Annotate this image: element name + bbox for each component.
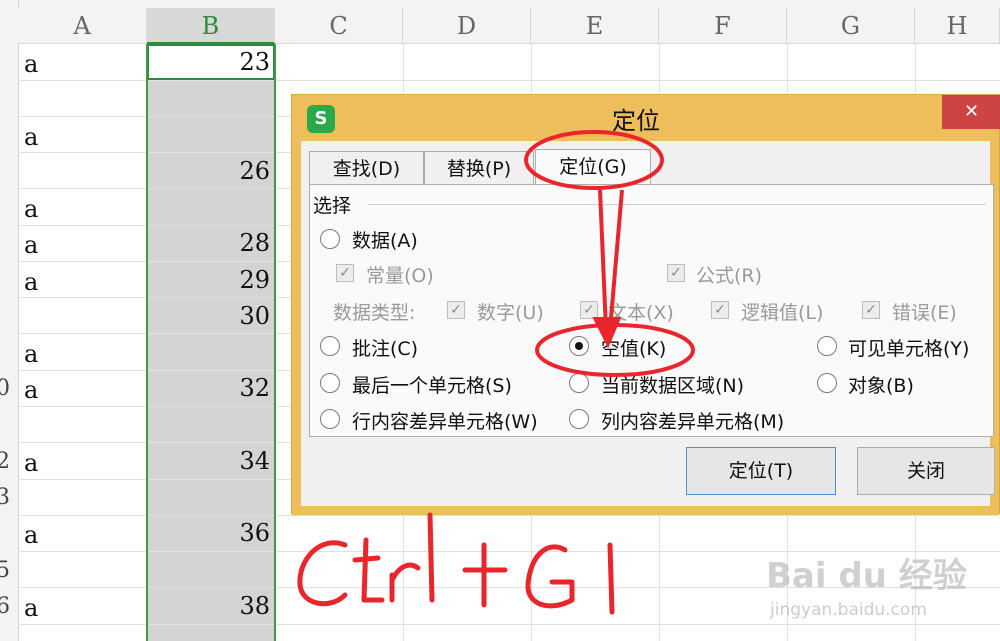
watermark-url: jingyan.baidu.com (770, 600, 927, 620)
tab-find[interactable]: 查找(D) (309, 151, 424, 185)
tab-replace[interactable]: 替换(P) (424, 151, 534, 185)
cell-a[interactable]: a (24, 449, 38, 477)
cell-b[interactable]: 32 (239, 374, 270, 402)
cell-a[interactable]: a (24, 521, 38, 549)
checkbox-number[interactable]: ✓ (447, 301, 465, 319)
checkbox-logical[interactable]: ✓ (711, 301, 729, 319)
tab-goto[interactable]: 定位(G) (535, 149, 651, 185)
radio-current-region[interactable] (569, 373, 589, 393)
cell-b[interactable]: 38 (239, 592, 270, 620)
locate-button[interactable]: 定位(T) (686, 447, 836, 495)
option-col-diff-label: 列内容差异单元格(M) (601, 411, 785, 433)
grid-line (18, 515, 1000, 516)
cell-b[interactable]: 28 (239, 229, 270, 257)
group-label: 选择 (313, 191, 356, 218)
cell-a[interactable]: a (24, 195, 38, 223)
cell-a[interactable]: a (24, 123, 38, 151)
radio-last-cell[interactable] (320, 373, 340, 393)
close-button[interactable]: 关闭 (857, 447, 995, 495)
column-header-b[interactable]: B (147, 8, 275, 44)
wps-app-icon: S (307, 105, 335, 133)
cell-b[interactable]: 23 (239, 48, 270, 76)
column-header-d[interactable]: D (403, 8, 531, 44)
header-strip (0, 0, 1000, 8)
row-header-number[interactable]: 2 (0, 449, 10, 474)
option-row-diff-label: 行内容差异单元格(W) (352, 411, 538, 433)
cell-b[interactable]: 26 (239, 157, 270, 185)
grid-line (18, 624, 1000, 625)
cell-b[interactable]: 36 (239, 519, 270, 547)
column-header-e[interactable]: E (531, 8, 659, 44)
column-header-c[interactable]: C (275, 8, 403, 44)
radio-row-diff[interactable] (320, 409, 340, 429)
dialog-title: 定位 (612, 107, 660, 135)
cell-b[interactable]: 29 (239, 266, 270, 294)
radio-visible-cells[interactable] (817, 336, 837, 356)
cell-a[interactable]: a (24, 50, 38, 78)
checkbox-error[interactable]: ✓ (862, 301, 880, 319)
radio-col-diff[interactable] (569, 409, 589, 429)
row-header-strip[interactable] (0, 0, 19, 641)
radio-comment[interactable] (320, 336, 340, 356)
cell-a[interactable]: a (24, 376, 38, 404)
cell-a[interactable]: a (24, 594, 38, 622)
option-current-region-label: 当前数据区域(N) (601, 375, 745, 397)
column-header-f[interactable]: F (659, 8, 787, 44)
option-error-label: 错误(E) (892, 302, 957, 324)
checkbox-constant[interactable]: ✓ (336, 264, 354, 282)
option-last-cell-label: 最后一个单元格(S) (352, 375, 512, 397)
row-header-number[interactable]: 3 (0, 485, 10, 510)
option-comment-label: 批注(C) (352, 338, 419, 360)
option-visible-cells-label: 可见单元格(Y) (848, 338, 970, 360)
option-logical-label: 逻辑值(L) (741, 302, 824, 324)
row-header-number[interactable]: 5 (0, 558, 10, 583)
data-type-label: 数据类型: (333, 302, 416, 324)
cell-a[interactable]: a (24, 231, 38, 259)
option-formula-label: 公式(R) (696, 265, 763, 287)
option-blank-label: 空值(K) (601, 338, 667, 360)
column-header-a[interactable]: A (18, 8, 147, 44)
goto-dialog: S 定位 ✕ 查找(D) 替换(P) 定位(G) 选择 数据(A) ✓ 常量(O… (291, 94, 1000, 515)
grid-line (18, 80, 1000, 81)
option-data-label: 数据(A) (352, 230, 418, 252)
row-header-number[interactable]: 0 (0, 376, 10, 401)
option-constant-label: 常量(O) (366, 265, 434, 287)
cell-b[interactable]: 30 (239, 302, 270, 330)
column-header-g[interactable]: G (787, 8, 915, 44)
checkbox-text[interactable]: ✓ (580, 301, 598, 319)
cell-a[interactable]: a (24, 340, 38, 368)
group-divider (368, 204, 986, 205)
radio-object[interactable] (817, 373, 837, 393)
radio-blank[interactable] (569, 336, 589, 356)
option-object-label: 对象(B) (848, 375, 914, 397)
baidu-jingyan-watermark: Bai du 经验 (766, 556, 967, 596)
column-header-h[interactable]: H (915, 8, 1000, 44)
cell-b[interactable]: 34 (239, 447, 270, 475)
radio-data[interactable] (320, 229, 340, 249)
close-icon[interactable]: ✕ (942, 95, 1000, 129)
cell-a[interactable]: a (24, 268, 38, 296)
option-text-label: 文本(X) (608, 302, 674, 324)
checkbox-formula[interactable]: ✓ (667, 264, 685, 282)
row-header-number[interactable]: 6 (0, 594, 10, 619)
option-number-label: 数字(U) (477, 302, 544, 324)
